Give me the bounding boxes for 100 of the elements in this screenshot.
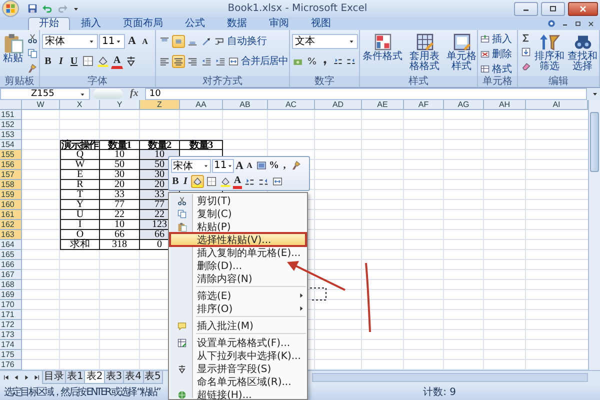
ribbon-tab[interactable]: 页面布局 <box>112 17 174 30</box>
font-color-button[interactable]: A <box>111 54 123 69</box>
row-header[interactable]: 151 <box>0 110 22 120</box>
row-header[interactable]: 169 <box>0 290 22 300</box>
column-header[interactable]: W <box>22 100 60 110</box>
sheet-tab[interactable]: 表2 <box>84 371 105 384</box>
vertical-scrollbar[interactable] <box>588 100 600 370</box>
row-header[interactable]: 154 <box>0 140 22 150</box>
row-header[interactable]: 167 <box>0 270 22 280</box>
grow-font-button[interactable]: A <box>235 158 244 172</box>
ribbon-tab[interactable]: 插入 <box>70 17 112 30</box>
row-header[interactable]: 176 <box>0 360 22 370</box>
delete-button[interactable]: 删除 <box>480 47 512 62</box>
column-header[interactable]: AC <box>268 100 315 110</box>
minimize-button[interactable] <box>514 2 538 16</box>
percent-button[interactable]: % <box>269 158 279 172</box>
italic-button[interactable]: I <box>181 174 190 188</box>
menu-item[interactable]: 删除(D)... <box>170 259 306 272</box>
menu-item[interactable]: 从下拉列表中选择(K)... <box>170 349 306 362</box>
shrink-font-button[interactable]: A <box>245 158 254 172</box>
column-header[interactable]: AE <box>362 100 404 110</box>
find-select-button[interactable]: 查找和选择 <box>567 32 598 74</box>
conditional-format-button[interactable]: 条件格式 <box>362 32 403 74</box>
row-header[interactable]: 175 <box>0 350 22 360</box>
sheet-tab[interactable]: 表1 <box>65 371 86 384</box>
ribbon-tab[interactable]: 视图 <box>300 17 342 30</box>
name-box[interactable]: Z155 <box>0 88 90 100</box>
row-header[interactable]: 158 <box>0 180 22 190</box>
number-format-field[interactable]: 文本 <box>292 34 358 49</box>
close-button[interactable] <box>568 2 598 16</box>
underline-button[interactable]: U <box>68 54 80 69</box>
insert-function-button[interactable]: fx <box>126 88 142 100</box>
font-color-button[interactable]: A <box>233 174 242 188</box>
row-header[interactable]: 166 <box>0 260 22 270</box>
paste-button[interactable]: 粘贴 <box>2 32 24 74</box>
shrink-font-button[interactable]: A <box>139 34 151 49</box>
column-header[interactable]: Y <box>100 100 140 110</box>
comma-button[interactable]: , <box>280 158 289 172</box>
ribbon-tab[interactable]: 数据 <box>216 17 258 30</box>
horizontal-scrollbar[interactable] <box>312 373 588 382</box>
format-button[interactable]: 格式 <box>480 62 512 76</box>
menu-item[interactable]: 设置单元格格式(F)... <box>170 336 306 349</box>
bold-button[interactable]: B <box>42 54 54 69</box>
sheet-tab[interactable]: 表4 <box>123 371 144 384</box>
column-header[interactable]: AG <box>444 100 484 110</box>
merge-center-button[interactable]: 合并后居中 <box>228 54 288 68</box>
sheet-tab[interactable]: 目录 <box>42 371 66 384</box>
row-header[interactable]: 168 <box>0 280 22 290</box>
row-header[interactable]: 153 <box>0 130 22 140</box>
row-header[interactable]: 171 <box>0 310 22 320</box>
column-header[interactable]: Z <box>140 100 180 110</box>
font-size-field[interactable]: 11 <box>212 158 234 172</box>
wrap-text-button[interactable]: 自动换行 <box>214 34 267 48</box>
sheet-tab[interactable]: 表5 <box>142 371 163 384</box>
column-header[interactable]: AF <box>404 100 444 110</box>
row-header[interactable]: 164 <box>0 240 22 250</box>
font-name-field[interactable]: 宋体 <box>171 158 211 172</box>
column-header[interactable]: X <box>60 100 100 110</box>
font-size-field[interactable]: 11 <box>99 34 125 49</box>
menu-item[interactable]: 显示拼音字段(S) <box>170 362 306 375</box>
menu-item[interactable]: 超链接(H)... <box>170 388 306 400</box>
font-name-field[interactable]: 宋体 <box>42 34 98 49</box>
row-header[interactable]: 162 <box>0 220 22 230</box>
row-header[interactable]: 174 <box>0 340 22 350</box>
row-header[interactable]: 159 <box>0 190 22 200</box>
row-header[interactable]: 161 <box>0 210 22 220</box>
grow-font-button[interactable]: A <box>126 34 138 49</box>
format-table-button[interactable]: 套用表格格式 <box>405 32 444 74</box>
ribbon-tab[interactable]: 开始 <box>28 17 70 30</box>
ribbon-tab[interactable]: 审阅 <box>258 17 300 30</box>
row-header[interactable]: 173 <box>0 330 22 340</box>
column-header[interactable]: AD <box>315 100 362 110</box>
row-header[interactable]: 155 <box>0 150 22 160</box>
column-header[interactable]: AI <box>526 100 588 110</box>
column-header[interactable]: AA <box>180 100 223 110</box>
ribbon-tab[interactable]: 公式 <box>174 17 216 30</box>
insert-button[interactable]: 插入 <box>480 32 512 46</box>
menu-item[interactable]: 筛选(E) <box>170 289 306 302</box>
menu-item[interactable]: 命名单元格区域(R)... <box>170 375 306 388</box>
menu-item[interactable]: 选择性粘贴(V)... <box>170 233 306 246</box>
column-header[interactable]: AH <box>484 100 526 110</box>
column-header[interactable]: AB <box>223 100 268 110</box>
row-header[interactable]: 156 <box>0 160 22 170</box>
splitter-handle[interactable] <box>93 89 123 100</box>
maximize-button[interactable] <box>541 2 565 16</box>
row-header[interactable]: 163 <box>0 230 22 240</box>
row-header[interactable]: 165 <box>0 250 22 260</box>
sheet-tab[interactable]: 表3 <box>104 371 124 384</box>
row-header[interactable]: 157 <box>0 170 22 180</box>
italic-button[interactable]: I <box>55 54 67 69</box>
row-header[interactable]: 170 <box>0 300 22 310</box>
sort-filter-button[interactable]: 排序和筛选 <box>534 32 565 74</box>
row-header[interactable]: 160 <box>0 200 22 210</box>
menu-item[interactable]: 清除内容(N) <box>170 272 306 285</box>
menu-item[interactable]: 排序(O) <box>170 302 306 315</box>
menu-item[interactable]: 插入批注(M) <box>170 319 306 332</box>
office-button[interactable] <box>2 0 19 18</box>
row-header[interactable]: 172 <box>0 320 22 330</box>
row-header[interactable]: 152 <box>0 120 22 130</box>
formula-field[interactable]: 10 <box>145 88 587 100</box>
